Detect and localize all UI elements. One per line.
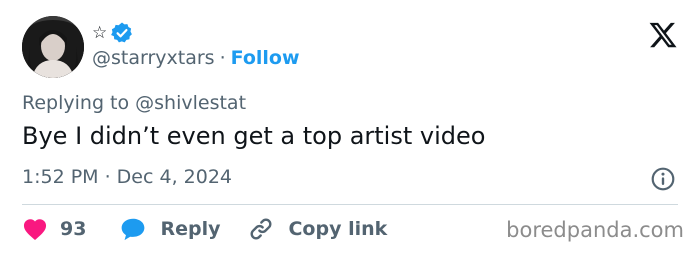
action-bar: 93 Reply Copy link [22,214,387,244]
copy-link-label: Copy link [288,218,388,240]
avatar-image [22,16,84,78]
timestamp[interactable]: 1:52 PM · Dec 4, 2024 [22,166,232,188]
tweet-card: ☆ @starryxtars · Follow Replying to @shi… [0,0,700,256]
replying-to: Replying to @shivlestat [22,92,247,114]
handle-row: @starryxtars · Follow [92,47,300,69]
avatar[interactable] [22,16,84,78]
follow-button[interactable]: Follow [231,47,300,69]
copy-link-button[interactable]: Copy link [248,216,387,242]
like-count: 93 [60,218,87,240]
reply-button[interactable]: Reply [120,217,220,241]
info-icon[interactable] [650,166,676,192]
reply-label: Reply [160,218,221,240]
link-icon [251,218,272,240]
separator-dot: · [219,47,226,69]
verified-badge-icon [111,22,133,43]
tweet-text: Bye I didn’t even get a top artist video [22,122,486,150]
speech-bubble-icon [122,218,145,241]
display-name[interactable]: ☆ [92,24,107,42]
like-button[interactable]: 93 [22,217,86,241]
name-row: ☆ [92,20,134,46]
heart-icon [23,219,47,241]
divider [22,204,678,205]
x-logo-icon[interactable] [648,20,678,50]
handle[interactable]: @starryxtars [92,47,215,69]
watermark: boredpanda.com [506,218,684,242]
